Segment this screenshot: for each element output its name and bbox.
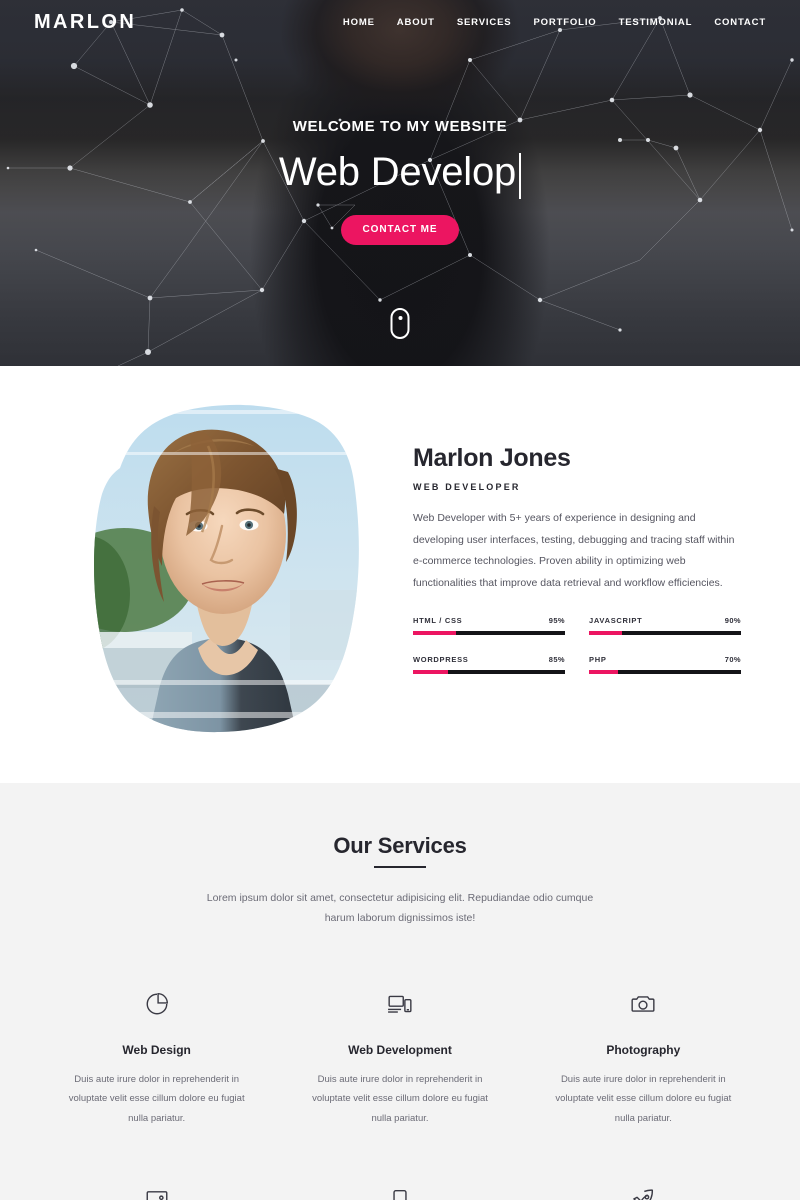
skill-progress-bar: [413, 631, 565, 636]
skill-percent: 90%: [724, 616, 741, 626]
portrait-brush-image: [94, 404, 359, 733]
main-navigation: MARLON HOME ABOUT SERVICES PORTFOLIO TES…: [0, 0, 800, 44]
skill-progress-fill: [589, 670, 618, 675]
typing-caret-icon: [519, 153, 522, 199]
about-role: WEB DEVELOPER: [413, 482, 521, 492]
page-title: Marlon Jones: [413, 444, 571, 472]
skill-label: WORDPRESS: [413, 655, 469, 665]
skill-progress-fill: [413, 631, 456, 636]
service-text: Duis aute irure dolor in reprehenderit i…: [555, 1073, 732, 1124]
nav-link-contact[interactable]: CONTACT: [714, 17, 766, 28]
service-title: Photography: [606, 1042, 681, 1057]
services-subtitle: Lorem ipsum dolor sit amet, consectetur …: [206, 892, 594, 925]
service-text: Duis aute irure dolor in reprehenderit i…: [312, 1073, 488, 1124]
hero-content: WELCOME TO MY WEBSITE Web Develop CONTAC…: [0, 118, 800, 245]
service-card-photography[interactable]: Photography Duis aute irure dolor in rep…: [527, 987, 760, 1128]
mouse-scroll-icon[interactable]: [390, 308, 410, 339]
services-title: Our Services: [333, 833, 467, 868]
hero-typed-line: Web Develop: [0, 147, 800, 199]
service-card-image[interactable]: [40, 1184, 273, 1200]
camera-icon: [545, 987, 742, 1021]
nav-link-portfolio[interactable]: PORTFOLIO: [533, 17, 596, 28]
site-brand-logo[interactable]: MARLON: [34, 11, 136, 34]
nav-links: HOME ABOUT SERVICES PORTFOLIO TESTIMONIA…: [343, 17, 766, 28]
service-card-web-design[interactable]: Web Design Duis aute irure dolor in repr…: [40, 987, 273, 1128]
skill-progress-bar: [413, 670, 565, 675]
skill-percent: 85%: [548, 655, 565, 665]
skill-percent: 70%: [724, 655, 741, 665]
skill-label: HTML / CSS: [413, 616, 463, 626]
skill-progress-fill: [589, 631, 623, 636]
about-text-column: Marlon Jones WEB DEVELOPER Web Developer…: [385, 394, 760, 739]
hero-welcome-text: WELCOME TO MY WEBSITE: [292, 118, 508, 135]
skill-progress-bar: [589, 631, 741, 636]
skill-percent: 95%: [548, 616, 565, 626]
skills-list: HTML / CSS 95% JAVASCRIPT 90% WORDPRESS …: [413, 616, 760, 694]
skill-item: WORDPRESS 85%: [413, 655, 565, 675]
portrait-column: [40, 394, 385, 739]
service-card-rocket[interactable]: [527, 1184, 760, 1200]
nav-link-about[interactable]: ABOUT: [397, 17, 435, 28]
skill-item: JAVASCRIPT 90%: [589, 616, 741, 636]
services-grid: Web Design Duis aute irure dolor in repr…: [40, 987, 760, 1200]
nav-link-services[interactable]: SERVICES: [457, 17, 512, 28]
contact-me-button[interactable]: CONTACT ME: [340, 215, 460, 245]
hero-typed-text: Web Develop: [278, 149, 517, 194]
skill-label: PHP: [589, 655, 607, 665]
about-bio: Web Developer with 5+ years of experienc…: [413, 512, 735, 589]
rocket-icon: [545, 1184, 742, 1200]
services-heading-wrap: Our Services: [40, 833, 760, 868]
services-section: Our Services Lorem ipsum dolor sit amet,…: [0, 783, 800, 1200]
service-title: Web Development: [348, 1042, 452, 1057]
skill-progress-fill: [413, 670, 448, 675]
image-icon: [58, 1184, 255, 1200]
nav-link-home[interactable]: HOME: [343, 17, 375, 28]
service-card-mobile[interactable]: [283, 1184, 516, 1200]
skill-progress-bar: [589, 670, 741, 675]
service-text: Duis aute irure dolor in reprehenderit i…: [68, 1073, 245, 1124]
about-section: Marlon Jones WEB DEVELOPER Web Developer…: [0, 366, 800, 783]
hero-section: MARLON HOME ABOUT SERVICES PORTFOLIO TES…: [0, 0, 800, 366]
skill-item: PHP 70%: [589, 655, 741, 675]
skill-label: JAVASCRIPT: [589, 616, 643, 626]
mobile-icon: [301, 1184, 498, 1200]
avatar: [62, 394, 382, 739]
service-card-web-development[interactable]: Web Development Duis aute irure dolor in…: [283, 987, 516, 1128]
service-title: Web Design: [122, 1042, 191, 1057]
pie-chart-icon: [58, 987, 255, 1021]
skill-item: HTML / CSS 95%: [413, 616, 565, 636]
nav-link-testimonial[interactable]: TESTIMONIAL: [619, 17, 693, 28]
devices-icon: [301, 987, 498, 1021]
